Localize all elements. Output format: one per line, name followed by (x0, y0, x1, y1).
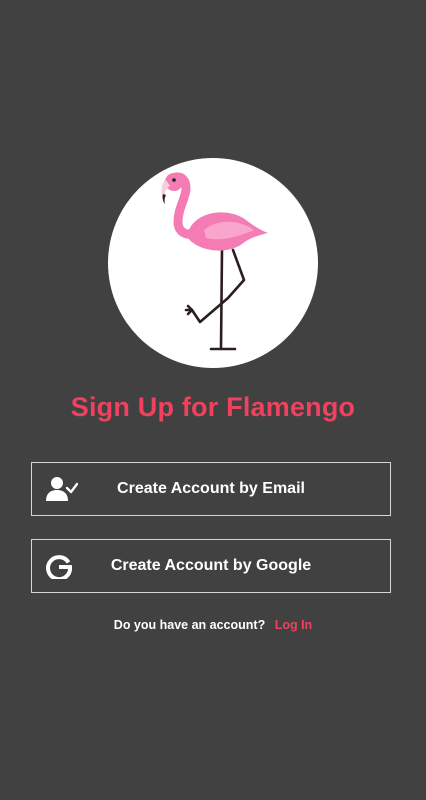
login-link[interactable]: Log In (275, 618, 313, 632)
flamingo-icon (161, 172, 268, 351)
user-check-icon (46, 476, 79, 502)
create-account-google-button[interactable]: Create Account by Google (31, 539, 391, 593)
create-account-email-button[interactable]: Create Account by Email (31, 462, 391, 516)
create-account-google-label: Create Account by Google (110, 557, 312, 574)
create-account-email-label: Create Account by Email (117, 480, 305, 497)
page-title: Sign Up for Flamengo (70, 392, 356, 422)
login-prompt: Do you have an account? Log In (0, 618, 426, 632)
login-prompt-text: Do you have an account? (113, 618, 266, 632)
app-logo (108, 158, 318, 368)
google-icon (46, 553, 76, 582)
